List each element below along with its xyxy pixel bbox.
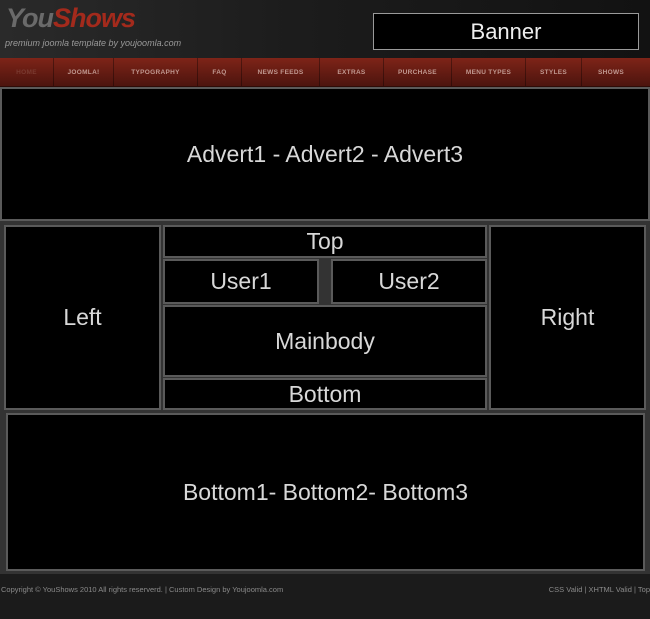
bottom-row-position: Bottom1- Bottom2- Bottom3: [6, 413, 645, 571]
nav-item-menu-types[interactable]: MENU TYPES: [452, 58, 526, 86]
nav-item-styles[interactable]: STYLES: [526, 58, 582, 86]
mainbody-label: Mainbody: [275, 327, 375, 354]
right-position: Right: [489, 225, 646, 410]
nav-item-faq[interactable]: FAQ: [198, 58, 242, 86]
nav-item-home[interactable]: HOME: [0, 58, 54, 86]
mainbody-position: Mainbody: [163, 305, 487, 377]
left-label: Left: [63, 304, 102, 330]
top-link[interactable]: Top: [638, 585, 650, 594]
banner-position: Banner: [373, 13, 639, 50]
footer-links: CSS Valid | XHTML Valid | Top: [549, 585, 650, 594]
logo-you: You: [6, 3, 54, 33]
user1-label: User1: [210, 268, 272, 294]
left-position: Left: [4, 225, 161, 410]
xhtml-valid-link[interactable]: XHTML Valid: [589, 585, 632, 594]
main-nav: HOME JOOMLA! TYPOGRAPHY FAQ NEWS FEEDS E…: [0, 58, 650, 87]
bottom-position: Bottom: [163, 378, 487, 410]
nav-item-purchase[interactable]: PURCHASE: [384, 58, 452, 86]
top-label: Top: [306, 228, 344, 254]
site-logo[interactable]: YouShows: [6, 2, 136, 34]
logo-shows: Shows: [53, 3, 136, 33]
user2-label: User2: [378, 268, 440, 294]
site-tagline: premium joomla template by youjoomla.com: [5, 38, 182, 48]
bottom-label: Bottom: [288, 380, 362, 407]
footer: [0, 574, 650, 619]
advert-label: Advert1 - Advert2 - Advert3: [186, 140, 464, 167]
advert-position: Advert1 - Advert2 - Advert3: [0, 87, 650, 221]
bottom-row-label: Bottom1- Bottom2- Bottom3: [182, 478, 469, 505]
banner-label: Banner: [470, 18, 542, 44]
header: YouShows premium joomla template by youj…: [0, 0, 650, 58]
nav-item-shows[interactable]: SHOWS: [582, 58, 640, 86]
top-position: Top: [163, 225, 487, 258]
user1-position: User1: [163, 259, 319, 304]
nav-item-extras[interactable]: EXTRAS: [320, 58, 384, 86]
right-label: Right: [540, 304, 595, 330]
nav-item-joomla[interactable]: JOOMLA!: [54, 58, 114, 86]
nav-item-news-feeds[interactable]: NEWS FEEDS: [242, 58, 320, 86]
css-valid-link[interactable]: CSS Valid: [549, 585, 583, 594]
user2-position: User2: [331, 259, 487, 304]
nav-item-typography[interactable]: TYPOGRAPHY: [114, 58, 198, 86]
footer-copyright: Copyright © YouShows 2010 All rights res…: [1, 585, 284, 594]
